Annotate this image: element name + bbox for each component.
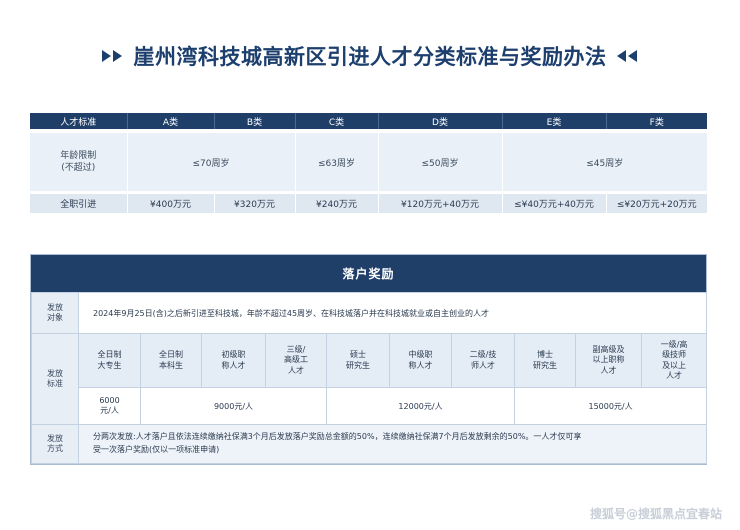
category-line: 初级职 [221,350,246,360]
category-line: 全日制 [97,350,122,360]
category-cell: 全日制 本科生 [140,333,202,388]
age-label-line: (不超过) [61,163,96,173]
category-cell: 硕士 研究生 [326,333,390,388]
table-header-row: 人才标准 A类 B类 C类 D类 E类 F类 [30,113,707,131]
header-cell: D类 [377,113,502,131]
title-row: 崖州湾科技城高新区引进人才分类标准与奖励办法 [0,38,740,74]
double-arrow-right-icon [101,50,124,62]
settlement-title: 落户奖励 [31,255,706,292]
category-line: 师人才 [471,360,495,370]
fulltime-label: 全职引进 [30,191,127,213]
fulltime-value: ¥120万元+40万元 [377,191,502,213]
header-cell: A类 [126,113,214,131]
fulltime-value: ¥400万元 [126,191,214,213]
category-line: 全日制 [159,350,183,360]
target-text: 2024年9月25日(含)之后新引进至科技城，年龄不超过45周岁、在科技城落户并… [77,292,708,334]
category-row: 发放 标准 全日制 大专生 全日制 本科生 初级职 称人才 三级/ 高级工 人才… [31,333,708,425]
category-line: 人才 [288,365,304,375]
method-row: 发放 方式 分两次发放:人才落户且依法连续缴纳社保满3个月后发放落户奖励总金额的… [31,424,708,464]
header-cell: C类 [294,113,378,131]
category-line: 一级/高 [660,339,688,349]
fulltime-value: ¥320万元 [213,191,295,213]
label-line: 发放 [47,433,63,443]
age-limit-cell: ≤50周岁 [377,129,502,193]
talent-standard-table: 人才标准 A类 B类 C类 D类 E类 F类 年龄限制 (不超过) ≤70周岁 … [30,113,707,213]
standard-label: 发放 标准 [31,333,79,425]
label-line: 发放 [47,368,63,378]
amount-line: 元/人 [100,406,119,415]
label-line: 方式 [47,444,63,453]
fulltime-row: 全职引进 ¥400万元 ¥320万元 ¥240万元 ¥120万元+40万元 ≤¥… [30,191,707,213]
double-arrow-left-icon [616,50,639,62]
category-cell: 中级职 称人才 [389,333,452,388]
category-cell: 全日制 大专生 [78,333,141,388]
header-cell: F类 [605,113,707,131]
category-cell: 博士 研究生 [514,333,576,388]
amount-cell: 15000元/人 [513,387,708,425]
category-line: 本科生 [159,360,183,370]
fulltime-value: ¥240万元 [294,191,378,213]
category-line: 称人才 [221,360,246,370]
category-line: 级技师 [662,350,687,360]
category-cell: 二级/技 师人才 [451,333,515,388]
category-line: 三级/ [286,344,306,354]
category-line: 人才 [666,370,683,380]
category-line: 称人才 [408,360,433,370]
amount-cell: 9000元/人 [140,387,327,425]
category-line: 硕士 [350,350,366,360]
age-limit-row: 年龄限制 (不超过) ≤70周岁 ≤63周岁 ≤50周岁 ≤45周岁 [30,129,707,193]
category-line: 副高级及 [592,344,625,354]
label-line: 对象 [47,313,63,322]
category-line: 高级工 [284,355,308,365]
page-title: 崖州湾科技城高新区引进人才分类标准与奖励办法 [133,45,607,69]
amount-cell: 6000 元/人 [78,387,141,425]
method-text-line: 受一次落户奖励(仅以一项标准申请) [93,445,220,454]
method-label: 发放 方式 [31,424,79,464]
header-cell: E类 [501,113,606,131]
age-limit-cell: ≤70周岁 [126,129,295,193]
category-line: 大专生 [97,360,122,370]
label-line: 发放 [47,302,63,312]
category-line: 以上职称 [592,355,625,365]
category-line: 二级/技 [469,350,497,360]
category-line: 及以上 [662,360,687,370]
settlement-table: 发放 对象 2024年9月25日(含)之后新引进至科技城，年龄不超过45周岁、在… [31,292,708,464]
method-text: 分两次发放:人才落户且依法连续缴纳社保满3个月后发放落户奖励总金额的50%，连续… [77,424,708,464]
header-cell: B类 [213,113,295,131]
category-cell: 三级/ 高级工 人才 [265,333,327,388]
target-label: 发放 对象 [31,292,79,334]
amount-line: 6000 [99,395,120,405]
settlement-reward-panel: 落户奖励 发放 对象 2024年9月25日(含)之后新引进至科技城，年龄不超过4… [30,254,708,465]
age-limit-label: 年龄限制 (不超过) [30,129,127,193]
category-cell: 副高级及 以上职称 人才 [575,333,642,388]
category-cell: 初级职 称人才 [201,333,266,388]
category-line: 人才 [600,365,617,375]
header-cell: 人才标准 [30,113,127,131]
age-limit-cell: ≤63周岁 [294,129,378,193]
amount-cell: 12000元/人 [326,387,515,425]
watermark: 搜狐号@搜狐黑点宜春站 [589,507,722,521]
age-limit-cell: ≤45周岁 [501,129,707,193]
age-label-line: 年龄限制 [60,150,97,161]
category-line: 研究生 [346,360,370,370]
category-cell: 一级/高 级技师 及以上 人才 [640,333,708,388]
label-line: 标准 [47,379,63,388]
amount-row: 6000 元/人 9000元/人 12000元/人 15000元/人 [32,387,708,425]
method-text-line: 分两次发放:人才落户且依法连续缴纳社保满3个月后发放落户奖励总金额的50%，连续… [93,432,582,442]
fulltime-value: ≤¥20万元+20万元 [605,191,707,213]
category-line: 中级职 [408,350,433,360]
target-row: 发放 对象 2024年9月25日(含)之后新引进至科技城，年龄不超过45周岁、在… [31,292,708,334]
category-line: 研究生 [533,360,557,370]
category-line: 博士 [537,350,553,360]
fulltime-value: ≤¥40万元+40万元 [501,191,606,213]
